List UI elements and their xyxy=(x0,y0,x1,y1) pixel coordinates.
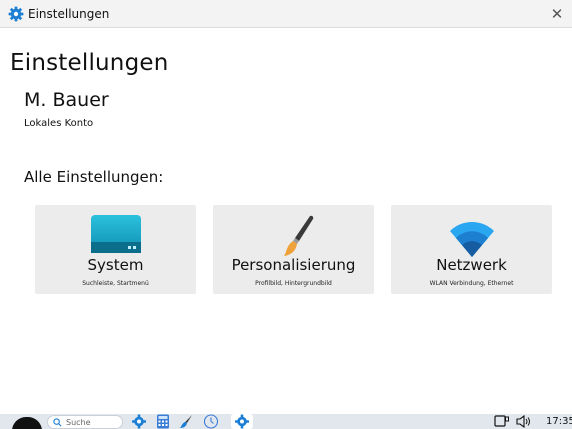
section-heading: Alle Einstellungen: xyxy=(24,168,164,186)
window-titlebar: Einstellungen ✕ xyxy=(0,0,572,28)
search-input[interactable]: Suche xyxy=(47,415,123,429)
brush-icon xyxy=(283,215,313,256)
taskbar: Suche 17:35 xyxy=(0,414,572,429)
tile-netzwerk-subtitle: WLAN Verbindung, Ethernet xyxy=(429,280,514,287)
page-title: Einstellungen xyxy=(10,50,169,76)
tile-system-subtitle: Suchleiste, Startmenü xyxy=(82,280,149,287)
start-button[interactable] xyxy=(12,417,42,429)
taskbar-app-settings-active[interactable] xyxy=(231,414,253,429)
tile-netzwerk[interactable]: Netzwerk WLAN Verbindung, Ethernet xyxy=(391,205,552,294)
tile-netzwerk-label: Netzwerk xyxy=(436,256,507,274)
tile-system-label: System xyxy=(87,256,144,274)
taskbar-app-calculator[interactable] xyxy=(155,414,171,429)
network-ethernet-icon[interactable] xyxy=(494,415,510,428)
taskbar-app-clock[interactable] xyxy=(203,414,219,429)
gear-icon xyxy=(235,414,249,429)
gear-icon xyxy=(132,414,146,429)
gear-icon xyxy=(8,6,24,22)
tile-personalisierung-subtitle: Profilbild, Hintergrundbild xyxy=(255,280,332,287)
taskbar-clock[interactable]: 17:35 xyxy=(546,415,572,428)
close-icon: ✕ xyxy=(550,5,564,23)
calculator-icon xyxy=(157,414,169,429)
close-button[interactable]: ✕ xyxy=(548,5,566,23)
search-icon xyxy=(53,418,62,427)
brush-icon xyxy=(180,415,192,428)
tile-personalisierung-label: Personalisierung xyxy=(231,256,356,274)
taskbar-app-settings[interactable] xyxy=(131,414,147,429)
tile-system[interactable]: System Suchleiste, Startmenü xyxy=(35,205,196,294)
monitor-icon xyxy=(90,215,141,253)
tile-personalisierung[interactable]: Personalisierung Profilbild, Hintergrund… xyxy=(213,205,374,294)
window-title: Einstellungen xyxy=(28,7,110,21)
account-name: M. Bauer xyxy=(24,89,109,111)
clock-icon xyxy=(203,414,219,429)
volume-icon[interactable] xyxy=(516,415,532,428)
search-placeholder: Suche xyxy=(66,418,91,427)
taskbar-app-paint[interactable] xyxy=(178,414,194,429)
wifi-icon xyxy=(449,222,494,257)
account-type: Lokales Konto xyxy=(24,118,94,129)
